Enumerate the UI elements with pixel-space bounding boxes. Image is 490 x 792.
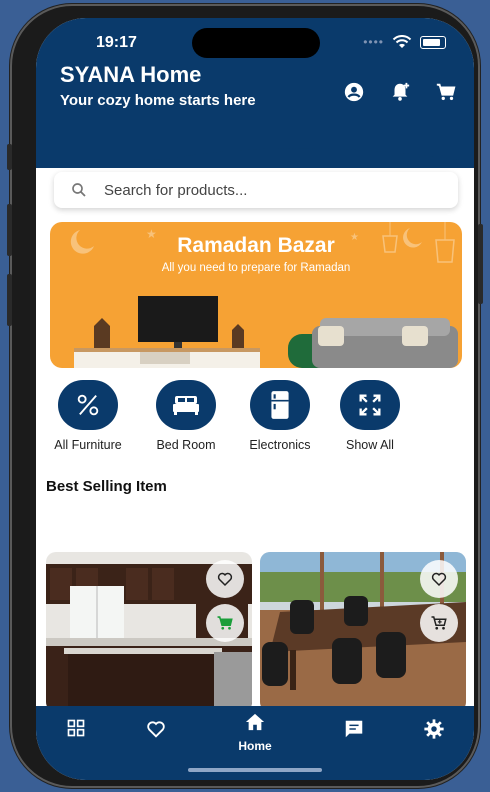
banner-subtitle: All you need to prepare for Ramadan: [161, 262, 351, 274]
status-time: 19:17: [96, 34, 137, 51]
banner-title: Ramadan Bazar: [177, 234, 335, 257]
category-bed-room[interactable]: Bed Room: [136, 380, 236, 452]
home-indicator: [188, 768, 322, 772]
fridge-icon: [271, 391, 289, 419]
search-input[interactable]: [102, 180, 426, 200]
account-circle-icon[interactable]: [342, 80, 366, 104]
chat-icon: [345, 720, 363, 738]
cart-icon[interactable]: [434, 80, 458, 104]
promo-banner[interactable]: ★ ★ Ramadan Bazar All you need to prepar…: [50, 222, 462, 368]
category-label: All Furniture: [54, 438, 122, 452]
category-label: Show All: [346, 438, 394, 452]
header-actions: [342, 80, 458, 104]
dynamic-island: [192, 28, 320, 58]
category-all-furniture[interactable]: All Furniture: [38, 380, 138, 452]
app-subtitle: Your cozy home starts here: [60, 92, 256, 109]
nav-home-label: Home: [238, 739, 272, 753]
add-notification-icon[interactable]: [388, 80, 412, 104]
app-screen: 19:17 •••• SYANA Home Your cozy home sta…: [36, 18, 474, 780]
percent-icon: [77, 394, 99, 416]
category-label: Electronics: [249, 438, 311, 452]
home-icon: [245, 713, 265, 731]
favorite-button[interactable]: [420, 560, 458, 598]
favorite-icon: [431, 572, 447, 587]
volume-up-button: [7, 204, 12, 256]
bed-icon: [173, 396, 199, 415]
nav-favorites[interactable]: [136, 718, 176, 745]
category-electronics[interactable]: Electronics: [230, 380, 330, 452]
grid-icon: [67, 719, 85, 737]
mute-switch: [7, 144, 12, 170]
expand-icon: [359, 394, 381, 416]
search-bar[interactable]: [54, 172, 458, 208]
nav-home[interactable]: Home: [235, 712, 275, 753]
product-card[interactable]: [260, 552, 466, 712]
phone-frame: 19:17 •••• SYANA Home Your cozy home sta…: [7, 4, 483, 788]
favorite-icon: [217, 572, 233, 587]
settings-icon: [424, 719, 444, 739]
favorite-button[interactable]: [206, 560, 244, 598]
add-to-cart-button[interactable]: [420, 604, 458, 642]
add-to-cart-icon: [431, 616, 447, 630]
battery-icon: [420, 35, 446, 49]
app-title: SYANA Home: [60, 62, 202, 87]
product-card[interactable]: [46, 552, 252, 712]
category-show-all[interactable]: Show All: [320, 380, 420, 452]
category-label: Bed Room: [156, 438, 216, 452]
signal-icon: ••••: [363, 35, 384, 49]
add-to-cart-button[interactable]: [206, 604, 244, 642]
nav-messages[interactable]: [334, 718, 374, 745]
wifi-icon: [392, 35, 412, 48]
power-button: [478, 224, 483, 304]
add-to-cart-icon: [217, 616, 233, 630]
search-icon: [72, 183, 86, 197]
nav-settings[interactable]: [414, 718, 454, 745]
status-icons: ••••: [363, 35, 446, 49]
nav-grid[interactable]: [56, 718, 96, 743]
section-title: Best Selling Item: [46, 478, 167, 495]
category-row: All Furniture Bed Room Electronics Show …: [36, 380, 474, 456]
volume-down-button: [7, 274, 12, 326]
heart-icon: [147, 721, 165, 738]
